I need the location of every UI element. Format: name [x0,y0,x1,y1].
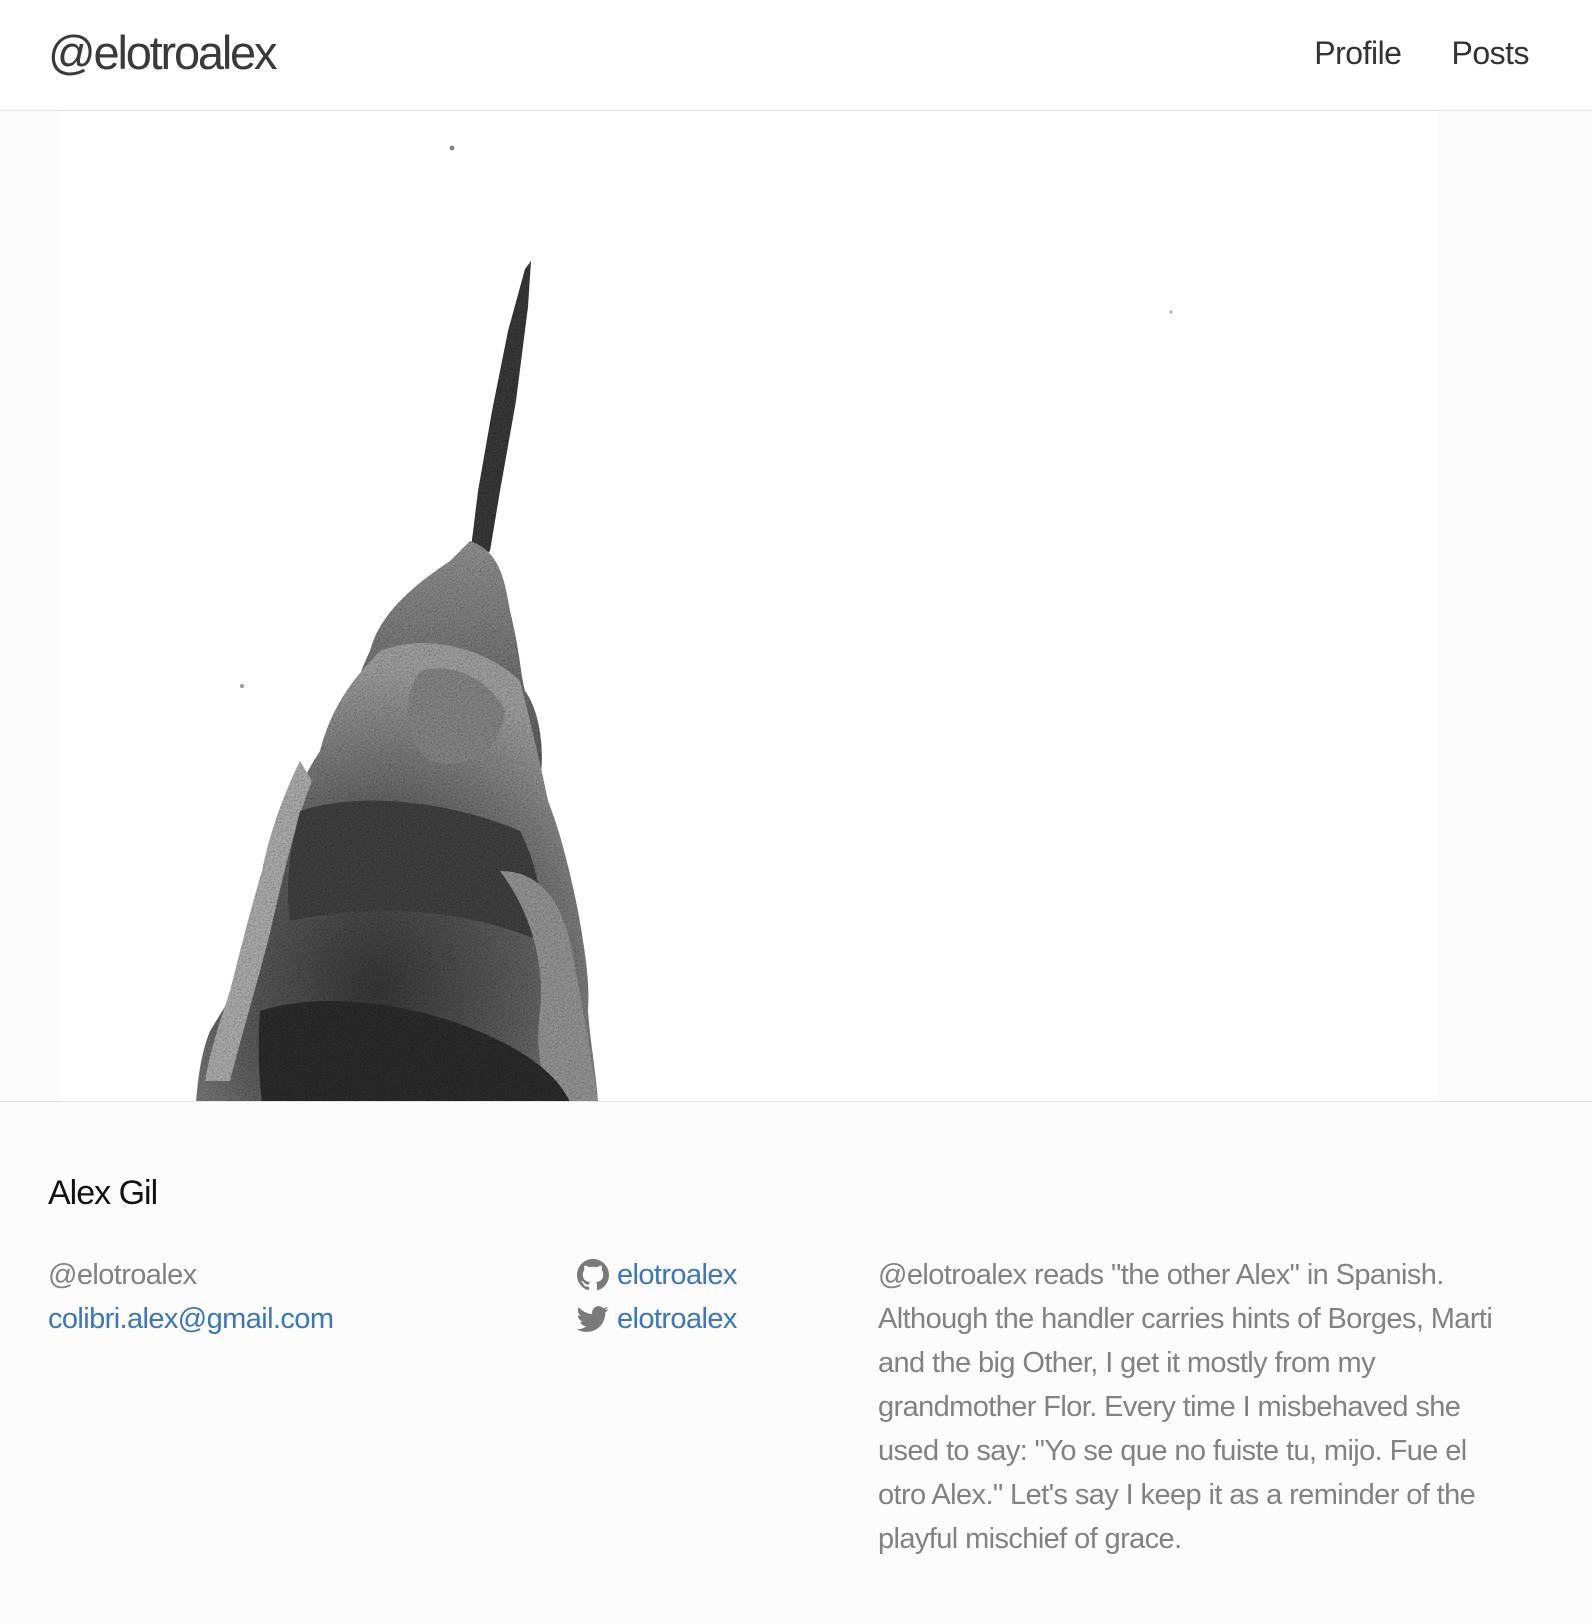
hummingbird-figure [196,261,598,1101]
site-nav: Profile Posts [1314,32,1529,74]
nav-posts-link[interactable]: Posts [1451,32,1529,74]
twitter-link[interactable]: elotroalex [617,1297,737,1341]
github-link[interactable]: elotroalex [617,1253,737,1297]
profile-section: Alex Gil @elotroalex colibri.alex@gmail.… [0,1103,1592,1624]
site-title-link[interactable]: @elotroalex [48,22,278,84]
profile-handle: @elotroalex [48,1259,197,1291]
twitter-icon [577,1306,609,1332]
github-row: elotroalex [577,1253,857,1297]
profile-bio: @elotroalex reads "the other Alex" in Sp… [878,1259,1493,1555]
github-icon [577,1259,609,1291]
speck [240,684,244,688]
twitter-row: elotroalex [577,1297,857,1341]
social-column: elotroalex elotroalex [577,1253,857,1341]
speck [1169,310,1173,314]
profile-name: Alex Gil [48,1174,158,1212]
speck [449,145,455,151]
site-header: @elotroalex Profile Posts [0,0,1592,111]
bio-column: @elotroalex reads "the other Alex" in Sp… [878,1253,1518,1561]
nav-profile-link[interactable]: Profile [1314,32,1402,74]
email-link[interactable]: colibri.alex@gmail.com [48,1297,334,1341]
contact-column: @elotroalex colibri.alex@gmail.com [48,1253,548,1341]
hero-image [0,111,1592,1102]
hummingbird-image [0,111,1592,1101]
